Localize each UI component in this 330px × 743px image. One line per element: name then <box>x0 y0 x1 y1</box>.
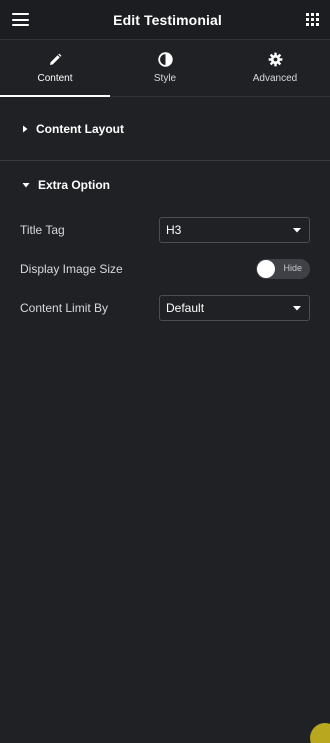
title-tag-select[interactable]: H3 <box>159 217 310 243</box>
chevron-down-icon <box>293 305 301 310</box>
title-tag-value: H3 <box>166 223 182 237</box>
panel-title: Edit Testimonial <box>113 11 222 28</box>
top-bar: Edit Testimonial <box>0 0 330 40</box>
section-content-layout[interactable]: Content Layout <box>0 97 330 161</box>
content-limit-by-label: Content Limit By <box>20 301 109 315</box>
toggle-knob <box>257 260 275 278</box>
pencil-icon <box>50 53 62 65</box>
tab-style[interactable]: Style <box>110 40 220 96</box>
tab-content-label: Content <box>37 72 73 84</box>
gear-icon <box>268 52 282 67</box>
title-tag-label: Title Tag <box>20 223 65 237</box>
section-extra-option-label: Extra Option <box>38 178 111 192</box>
section-content-layout-label: Content Layout <box>36 121 124 136</box>
tab-content[interactable]: Content <box>0 40 110 97</box>
display-image-size-row: Display Image Size Hide <box>20 256 310 282</box>
content-limit-by-row: Content Limit By Default <box>20 295 310 321</box>
section-extra-option[interactable]: Extra Option <box>0 161 330 209</box>
toggle-state-label: Hide <box>283 263 302 273</box>
floating-action-button[interactable] <box>310 723 330 743</box>
tab-style-label: Style <box>153 73 177 84</box>
content-limit-by-value: Default <box>166 301 205 315</box>
display-image-size-toggle[interactable]: Hide <box>256 259 310 279</box>
display-image-size-label: Display Image Size <box>20 262 123 276</box>
caret-right-icon <box>23 125 28 132</box>
title-tag-row: Title Tag H3 <box>20 217 310 243</box>
caret-down-icon <box>22 183 30 188</box>
content-limit-by-select[interactable]: Default <box>159 295 310 321</box>
chevron-down-icon <box>293 227 301 232</box>
extra-option-controls: Title Tag H3 Display Image Size Hide Con… <box>0 209 330 321</box>
apps-grid-icon[interactable] <box>306 13 319 26</box>
panel-tabs: Content Style Advanced <box>0 40 330 97</box>
tab-advanced-label: Advanced <box>252 73 298 84</box>
half-circle-icon <box>157 52 173 67</box>
tab-advanced[interactable]: Advanced <box>220 40 330 96</box>
hamburger-menu-icon[interactable] <box>12 13 29 26</box>
